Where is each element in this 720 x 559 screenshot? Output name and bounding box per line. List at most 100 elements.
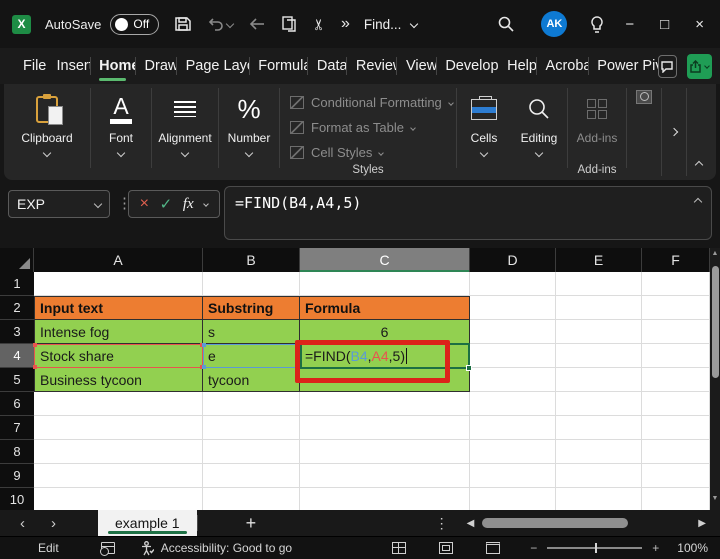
column-header-e[interactable]: E [556, 248, 642, 272]
cell-D9[interactable] [470, 464, 556, 488]
tell-me-button[interactable] [589, 15, 605, 34]
accessibility-status[interactable]: Accessibility: Good to go [161, 541, 292, 555]
cell-F10[interactable] [642, 488, 710, 510]
cell-C9[interactable] [300, 464, 470, 488]
save-button[interactable] [174, 15, 192, 33]
cell-E1[interactable] [556, 272, 642, 296]
excel-logo-icon[interactable]: X [12, 15, 31, 34]
cell-B2[interactable]: Substring [203, 296, 300, 320]
menu-tab-acrobat[interactable]: Acrobat [537, 48, 588, 84]
row-header-5[interactable]: 5 [0, 368, 34, 392]
cell-B1[interactable] [203, 272, 300, 296]
row-header-7[interactable]: 7 [0, 416, 34, 440]
cell-C2[interactable]: Formula [300, 296, 470, 320]
font-group-button[interactable]: A Font [91, 84, 151, 180]
zoom-in-button[interactable]: + [652, 541, 659, 555]
row-header-2[interactable]: 2 [0, 296, 34, 320]
fill-handle[interactable] [466, 365, 472, 371]
close-button[interactable]: × [695, 16, 704, 33]
cell-D3[interactable] [470, 320, 556, 344]
cell-A5[interactable]: Business tycoon [34, 368, 203, 392]
zoom-slider-thumb[interactable] [595, 543, 597, 553]
accessibility-icon[interactable] [141, 541, 154, 556]
row-header-6[interactable]: 6 [0, 392, 34, 416]
column-header-c[interactable]: C [300, 248, 470, 272]
share-button[interactable] [687, 54, 712, 79]
cell-B8[interactable] [203, 440, 300, 464]
copy-button[interactable] [281, 15, 298, 33]
autosave-toggle[interactable]: Off [110, 14, 159, 35]
tab-options-button[interactable]: ⋮ [435, 515, 449, 532]
menu-tab-page-layout[interactable]: Page Layout [177, 48, 249, 84]
addin-thumbnail-icon[interactable] [636, 90, 652, 104]
cell-C7[interactable] [300, 416, 470, 440]
row-header-1[interactable]: 1 [0, 272, 34, 296]
cell-C1[interactable] [300, 272, 470, 296]
cell-F2[interactable] [642, 296, 710, 320]
row-header-10[interactable]: 10 [0, 488, 34, 510]
cell-D10[interactable] [470, 488, 556, 510]
cell-D1[interactable] [470, 272, 556, 296]
cell-A3[interactable]: Intense fog [34, 320, 203, 344]
cell-C8[interactable] [300, 440, 470, 464]
redo-button[interactable] [248, 17, 266, 31]
cell-A1[interactable] [34, 272, 203, 296]
cells-group-button[interactable]: Cells [457, 84, 511, 180]
cell-B10[interactable] [203, 488, 300, 510]
editing-group-button[interactable]: Editing [511, 84, 567, 180]
cell-A7[interactable] [34, 416, 203, 440]
formula-input[interactable]: =FIND(B4,A4,5) [224, 186, 712, 240]
cell-B3[interactable]: s [203, 320, 300, 344]
cell-C5[interactable] [300, 368, 470, 392]
cell-D8[interactable] [470, 440, 556, 464]
macro-record-icon[interactable] [101, 542, 115, 554]
cell-B6[interactable] [203, 392, 300, 416]
cut-button[interactable]: ✂ [313, 17, 326, 32]
cell-C10[interactable] [300, 488, 470, 510]
cell-B5[interactable]: tycoon [203, 368, 300, 392]
menu-tab-view[interactable]: View [397, 48, 436, 84]
vertical-scrollbar-thumb[interactable] [712, 266, 719, 378]
cell-D4[interactable] [470, 344, 556, 368]
cell-C3[interactable]: 6 [300, 320, 470, 344]
sheet-tab-active[interactable]: example 1 [98, 510, 197, 536]
scroll-down-icon[interactable]: ▼ [710, 495, 720, 502]
cell-A9[interactable] [34, 464, 203, 488]
column-header-d[interactable]: D [470, 248, 556, 272]
hscroll-left-icon[interactable]: ◀ [467, 518, 475, 529]
row-header-4[interactable]: 4 [0, 344, 34, 368]
alignment-group-button[interactable]: Alignment [152, 84, 218, 180]
insert-function-button[interactable]: fx [183, 196, 194, 213]
cell-A2[interactable]: Input text [34, 296, 203, 320]
cell-E4[interactable] [556, 344, 642, 368]
name-box[interactable]: EXP [8, 190, 110, 218]
comments-button[interactable] [658, 55, 677, 78]
menu-tab-review[interactable]: Review [347, 48, 397, 84]
cell-E7[interactable] [556, 416, 642, 440]
add-ins-button[interactable]: Add-ins Add-ins [568, 84, 626, 180]
menu-tab-insert[interactable]: Insert [47, 48, 89, 84]
collapse-ribbon-button[interactable] [695, 161, 703, 169]
cancel-entry-button[interactable]: × [140, 195, 149, 213]
cell-F9[interactable] [642, 464, 710, 488]
page-break-view-button[interactable] [486, 542, 500, 554]
cell-E8[interactable] [556, 440, 642, 464]
cell-A4[interactable]: Stock share [34, 344, 203, 368]
cell-E10[interactable] [556, 488, 642, 510]
row-header-3[interactable]: 3 [0, 320, 34, 344]
zoom-out-button[interactable]: − [530, 541, 537, 555]
zoom-level[interactable]: 100% [677, 541, 708, 555]
zoom-slider[interactable] [547, 547, 642, 549]
row-header-8[interactable]: 8 [0, 440, 34, 464]
search-button[interactable] [497, 15, 515, 33]
cell-F1[interactable] [642, 272, 710, 296]
menu-tab-developer[interactable]: Developer [436, 48, 498, 84]
cell-styles-button[interactable]: Cell Styles [290, 140, 456, 165]
cell-D5[interactable] [470, 368, 556, 392]
minimize-button[interactable]: − [625, 16, 634, 33]
cell-F7[interactable] [642, 416, 710, 440]
page-layout-view-button[interactable] [439, 542, 453, 554]
ribbon-expand-strip[interactable] [661, 88, 687, 176]
scroll-up-icon[interactable]: ▲ [710, 250, 720, 257]
column-header-f[interactable]: F [642, 248, 710, 272]
